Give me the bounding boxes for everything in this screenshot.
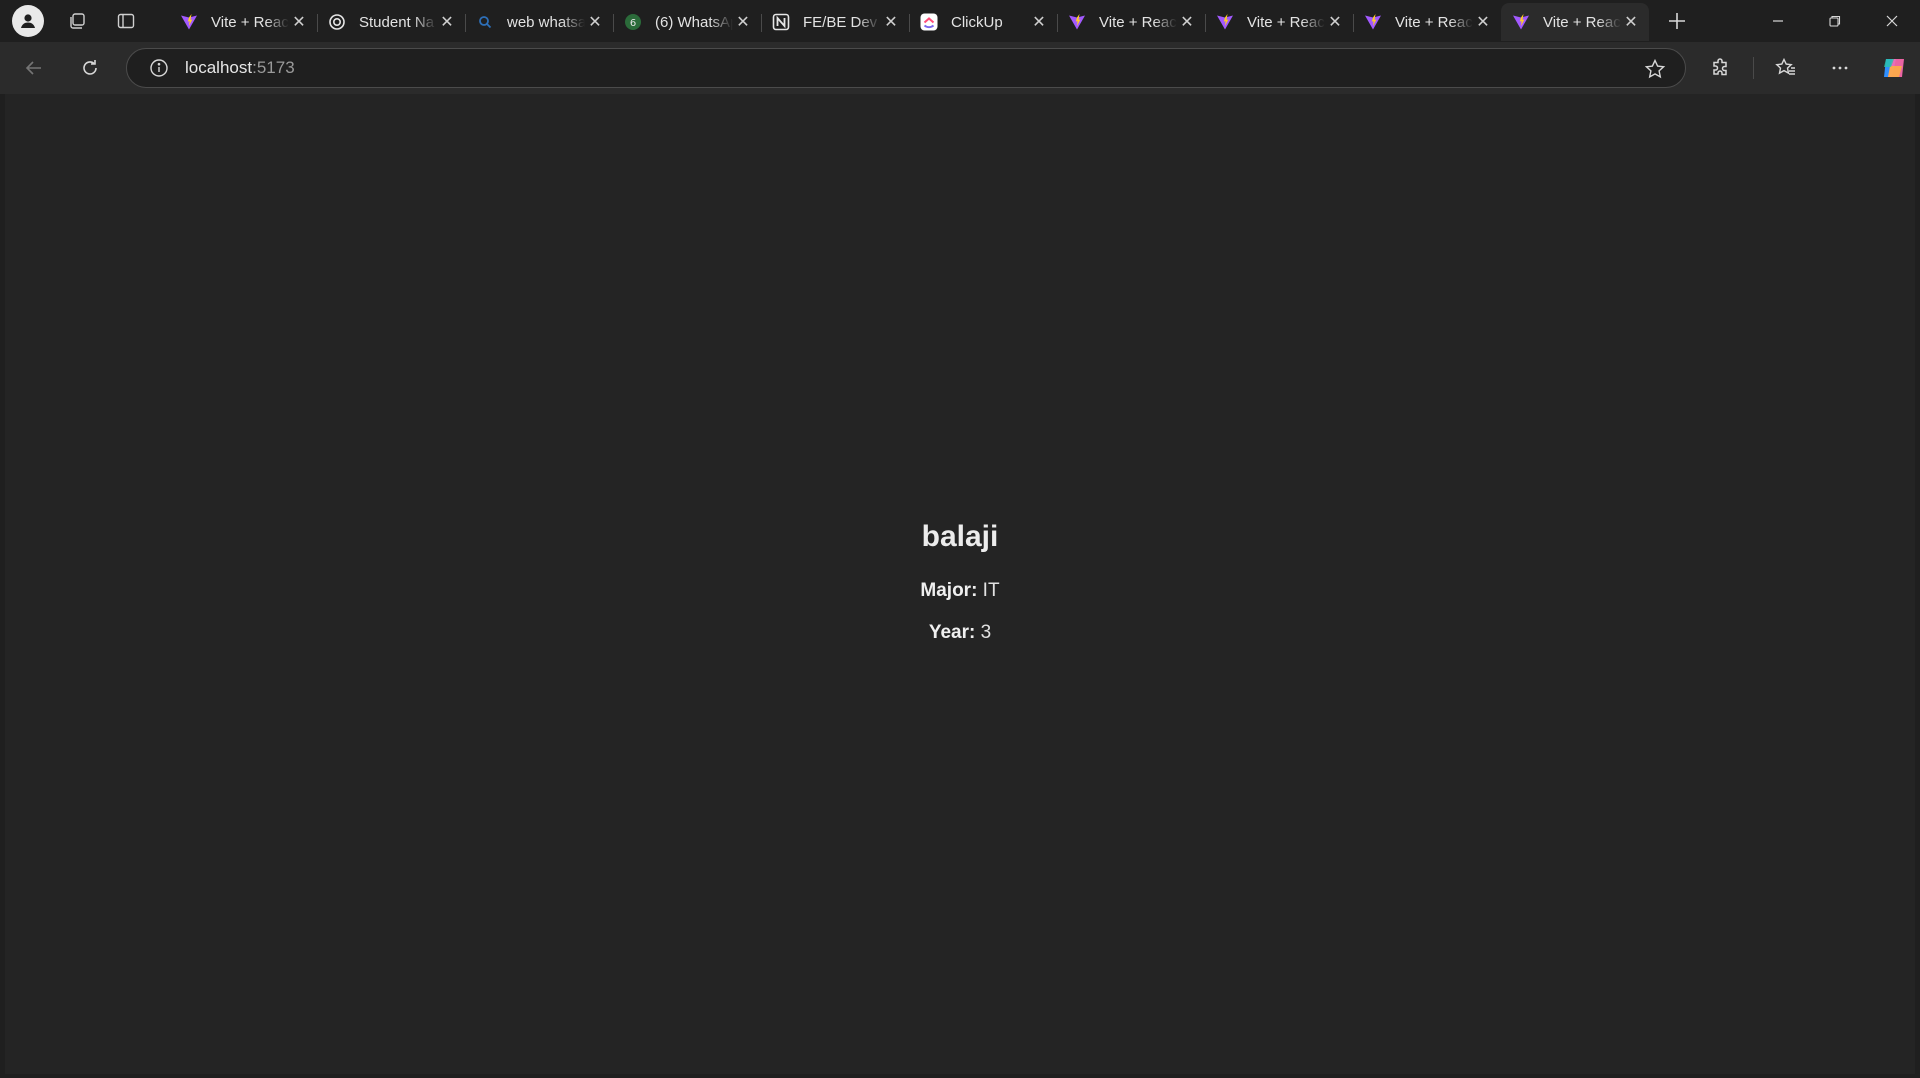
sidebar-tabs-icon [117, 13, 135, 29]
tab-label: Vite + React [1247, 13, 1325, 31]
openai-icon [327, 12, 347, 32]
whatsapp-badge: 6 [630, 18, 636, 29]
workspaces-icon [70, 13, 85, 29]
copilot-button[interactable] [1874, 48, 1914, 88]
url-host: localhost [185, 58, 253, 77]
refresh-button[interactable] [70, 48, 110, 88]
tab-whatsapp[interactable]: 6 (6) WhatsApp ✕ [613, 3, 761, 41]
tab-label: Vite + React [211, 13, 289, 31]
year-label: Year: [928, 622, 976, 643]
tab-label: Student Na [359, 13, 435, 31]
puzzle-icon [1713, 58, 1727, 76]
major-value: IT [977, 580, 1000, 601]
close-icon[interactable]: ✕ [1325, 12, 1345, 32]
more-menu-button[interactable] [1820, 48, 1860, 88]
clickup-icon [919, 12, 939, 32]
search-icon [475, 12, 495, 32]
tab-label: FE/BE Dev [803, 13, 878, 31]
tab-label: ClickUp [951, 13, 1003, 31]
vite-icon [1215, 12, 1235, 32]
toolbar-right [1687, 42, 1920, 94]
tab-notion[interactable]: FE/BE Dev ✕ [761, 3, 909, 41]
site-info-icon[interactable] [147, 56, 171, 80]
vite-icon [1067, 12, 1087, 32]
student-year: Year: 3 [929, 622, 991, 644]
address-bar[interactable]: localhost:5173 [126, 48, 1686, 88]
tab-label: Vite + React [1099, 13, 1177, 31]
tab-label: Vite + React [1543, 13, 1621, 31]
tab-vite-3[interactable]: Vite + React ✕ [1205, 3, 1353, 41]
tab-vite-4[interactable]: Vite + React ✕ [1353, 3, 1501, 41]
tab-vite-1[interactable]: Vite + React ✕ [169, 3, 317, 41]
close-icon[interactable]: ✕ [1621, 12, 1641, 32]
copilot-icon [1884, 59, 1904, 77]
favorite-star-icon[interactable] [1643, 57, 1667, 81]
workspaces-button[interactable] [57, 4, 97, 38]
favorites-button[interactable] [1766, 48, 1806, 88]
restore-icon [1828, 15, 1840, 27]
tab-vite-2[interactable]: Vite + React ✕ [1057, 3, 1205, 41]
close-icon[interactable]: ✕ [289, 12, 309, 32]
extensions-button[interactable] [1701, 48, 1741, 88]
url-text[interactable]: localhost:5173 [185, 58, 295, 78]
more-dots-icon [1832, 66, 1848, 70]
page-viewport: balaji Major: IT Year: 3 [5, 94, 1915, 1074]
toolbar-divider [1753, 57, 1754, 79]
browser-toolbar: localhost:5173 [0, 42, 1920, 94]
favorites-icon [1775, 57, 1795, 75]
new-tab-button[interactable] [1657, 3, 1697, 39]
student-major: Major: IT [920, 580, 999, 602]
minimize-icon [1772, 20, 1783, 22]
vite-icon [1511, 12, 1531, 32]
whatsapp-icon: 6 [623, 12, 643, 32]
back-arrow-icon [25, 61, 41, 75]
tab-web-whatsapp[interactable]: web whatsapp ✕ [465, 3, 613, 41]
tab-label: (6) WhatsApp [655, 13, 733, 31]
tab-strip: Vite + React ✕ Student Na ✕ web whatsapp… [169, 0, 1697, 42]
major-label: Major: [920, 580, 978, 601]
tab-label: Vite + React [1395, 13, 1473, 31]
profile-avatar-icon [12, 5, 44, 37]
back-button[interactable] [14, 48, 54, 88]
minimize-button[interactable] [1749, 0, 1806, 42]
close-icon[interactable]: ✕ [1177, 12, 1197, 32]
tab-student[interactable]: Student Na ✕ [317, 3, 465, 41]
url-port: :5173 [252, 58, 295, 77]
notion-icon [771, 12, 791, 32]
window-controls [1749, 0, 1920, 42]
close-icon[interactable]: ✕ [585, 12, 605, 32]
profile-button[interactable] [8, 4, 48, 38]
vite-icon [1363, 12, 1383, 32]
student-card: balaji Major: IT Year: 3 [5, 94, 1915, 1074]
year-value: 3 [975, 622, 992, 643]
vite-icon [179, 12, 199, 32]
close-icon[interactable]: ✕ [1029, 12, 1049, 32]
close-window-button[interactable] [1863, 0, 1920, 42]
restore-button[interactable] [1806, 0, 1863, 42]
tab-label: web whatsapp [507, 13, 585, 31]
plus-icon [1669, 13, 1685, 29]
close-icon[interactable]: ✕ [1473, 12, 1493, 32]
student-name: balaji [921, 520, 999, 553]
browser-titlebar: Vite + React ✕ Student Na ✕ web whatsapp… [0, 0, 1920, 42]
tab-vite-active[interactable]: Vite + React ✕ [1501, 3, 1649, 41]
close-icon[interactable]: ✕ [881, 12, 901, 32]
tab-clickup[interactable]: ClickUp ✕ [909, 3, 1057, 41]
refresh-icon [83, 60, 97, 75]
close-icon [1886, 15, 1897, 27]
close-icon[interactable]: ✕ [733, 12, 753, 32]
close-icon[interactable]: ✕ [437, 12, 457, 32]
vertical-tabs-button[interactable] [106, 4, 146, 38]
